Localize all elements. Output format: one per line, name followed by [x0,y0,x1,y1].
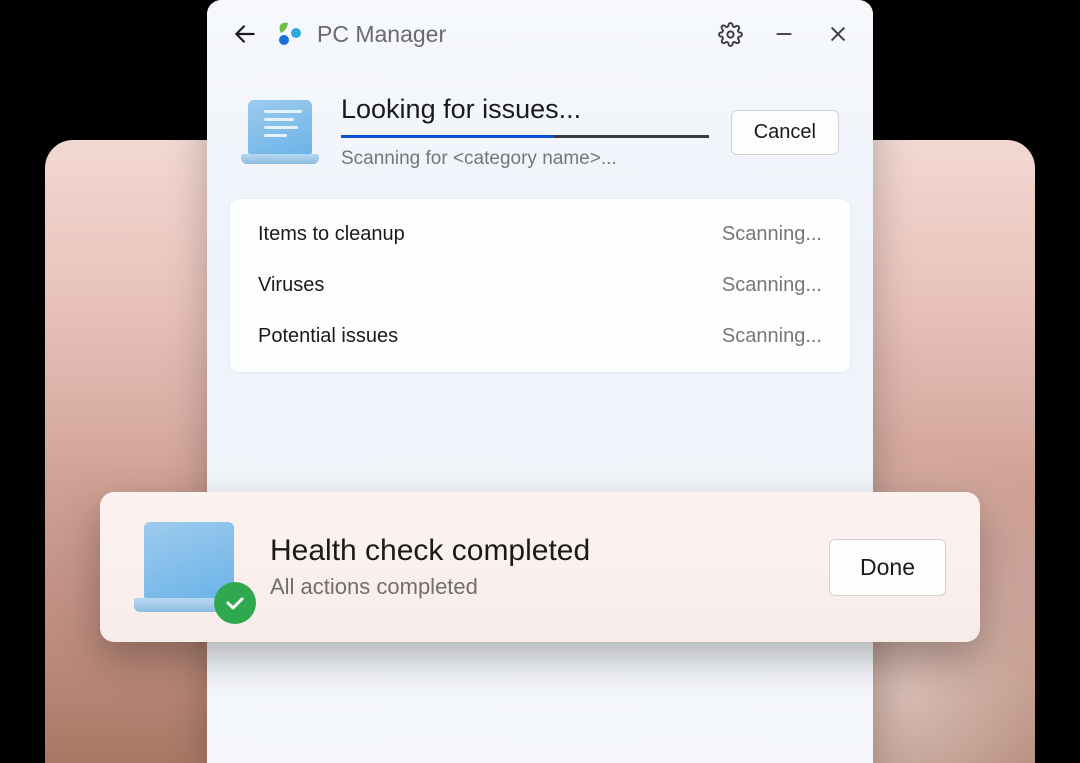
gear-icon [718,22,743,47]
scan-result-row: Items to cleanup Scanning... [230,209,850,260]
scan-result-label: Viruses [258,274,324,297]
scan-header: Looking for issues... Scanning for <cate… [207,60,873,198]
toast-subtitle: All actions completed [270,574,803,600]
toast-title: Health check completed [270,534,803,568]
scan-result-status: Scanning... [722,325,822,348]
done-button[interactable]: Done [829,539,946,596]
scan-result-status: Scanning... [722,274,822,297]
laptop-scanning-icon [241,100,319,164]
scan-result-label: Potential issues [258,325,398,348]
scan-result-row: Viruses Scanning... [230,260,850,311]
minimize-icon [773,23,795,45]
app-title: PC Manager [317,21,703,48]
pc-manager-window: PC Manager Looking for issues... S [207,0,873,763]
health-check-complete-toast: Health check completed All actions compl… [100,492,980,642]
back-button[interactable] [229,18,261,50]
close-button[interactable] [825,21,851,47]
toast-info: Health check completed All actions compl… [270,534,803,600]
scan-subtitle: Scanning for <category name>... [341,148,709,170]
cancel-button[interactable]: Cancel [731,110,839,155]
laptop-complete-icon [134,522,244,612]
scan-title: Looking for issues... [341,94,709,125]
minimize-button[interactable] [771,21,797,47]
scan-result-status: Scanning... [722,223,822,246]
scan-progress-fill [341,135,554,138]
close-icon [827,23,849,45]
arrow-left-icon [232,21,258,47]
scan-progress-bar [341,135,709,138]
title-bar-actions [717,21,851,47]
scan-result-label: Items to cleanup [258,223,405,246]
checkmark-badge-icon [214,582,256,624]
app-logo-icon [275,20,303,48]
scan-result-row: Potential issues Scanning... [230,311,850,362]
scan-info: Looking for issues... Scanning for <cate… [341,94,709,170]
settings-button[interactable] [717,21,743,47]
title-bar: PC Manager [207,0,873,60]
scan-results-card: Items to cleanup Scanning... Viruses Sca… [229,198,851,373]
